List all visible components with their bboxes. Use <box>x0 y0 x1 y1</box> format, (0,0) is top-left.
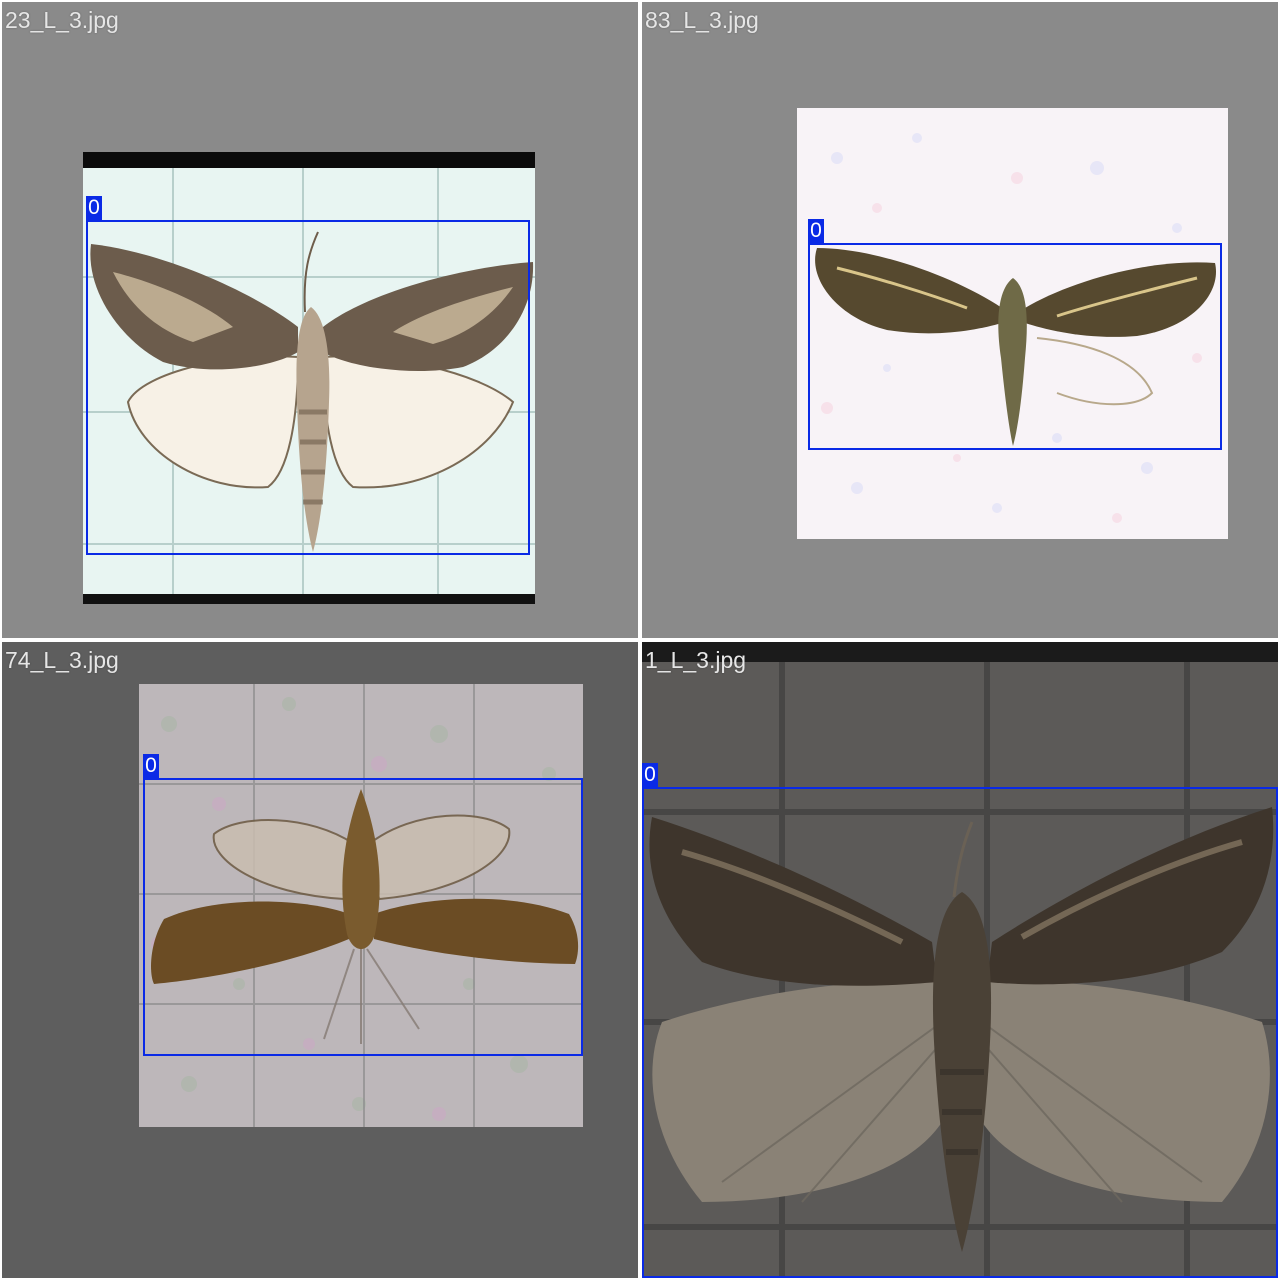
class-label: 0 <box>808 219 824 243</box>
tile-filename: 74_L_3.jpg <box>5 647 119 673</box>
tile-filename: 23_L_3.jpg <box>5 7 119 33</box>
detection-box: 0 <box>808 219 1222 450</box>
mosaic-tile-4: 1_L_3.jpg 0 <box>642 642 1278 1278</box>
class-label: 0 <box>642 763 658 787</box>
mosaic-tile-1: 23_L_3.jpg 0 <box>2 2 638 638</box>
tile-filename: 1_L_3.jpg <box>645 647 747 673</box>
mosaic-tile-2: 83_L_3.jpg 0 <box>642 2 1278 638</box>
class-label: 0 <box>86 196 102 220</box>
tile-filename: 83_L_3.jpg <box>645 7 759 33</box>
mosaic-tile-3: 74_L_3.jpg 0 <box>2 642 638 1278</box>
image-mosaic: 23_L_3.jpg 0 83_L_3.jpg 0 74_L_3.jpg 0 1… <box>0 0 1280 1280</box>
detection-box: 0 <box>143 754 583 1056</box>
class-label: 0 <box>143 754 159 778</box>
detection-box: 0 <box>86 196 530 555</box>
detection-box: 0 <box>642 763 1278 1278</box>
